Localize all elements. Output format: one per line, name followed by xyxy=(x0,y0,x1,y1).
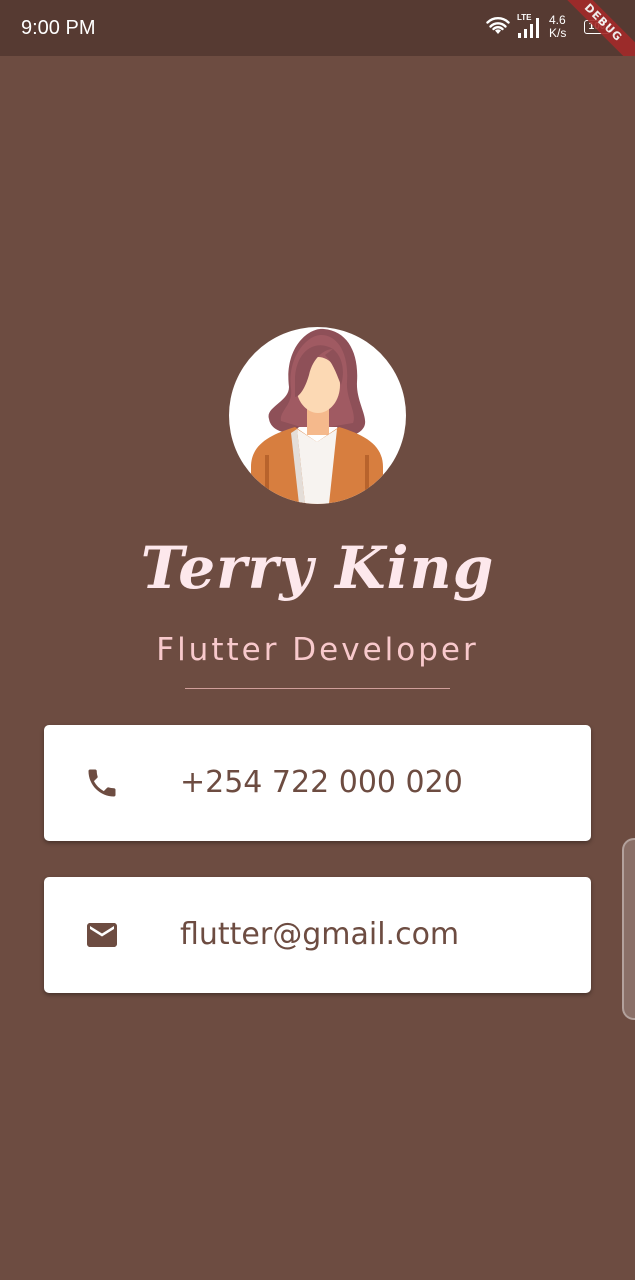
phone-icon xyxy=(88,769,116,797)
phone-card[interactable]: +254 722 000 020 xyxy=(44,725,591,841)
network-speed: 4.6 K/s xyxy=(549,14,579,40)
profile-avatar xyxy=(229,327,406,504)
profile-name: Terry King xyxy=(140,534,495,602)
status-bar: 9:00 PM LTE 4.6 K/s 100 DEBUG xyxy=(0,0,635,56)
network-speed-unit: K/s xyxy=(549,26,567,40)
mail-icon xyxy=(87,923,117,947)
phone-number: +254 722 000 020 xyxy=(180,765,463,800)
email-address: flutter@gmail.com xyxy=(180,917,460,952)
divider xyxy=(185,688,450,689)
profile-title: Flutter Developer xyxy=(156,632,479,668)
wifi-icon xyxy=(486,17,510,34)
signal-icon xyxy=(518,18,539,38)
status-time: 9:00 PM xyxy=(21,17,96,39)
woman-avatar-icon xyxy=(251,328,383,504)
email-card[interactable]: flutter@gmail.com xyxy=(44,877,591,993)
edge-panel-handle[interactable] xyxy=(622,838,635,1020)
